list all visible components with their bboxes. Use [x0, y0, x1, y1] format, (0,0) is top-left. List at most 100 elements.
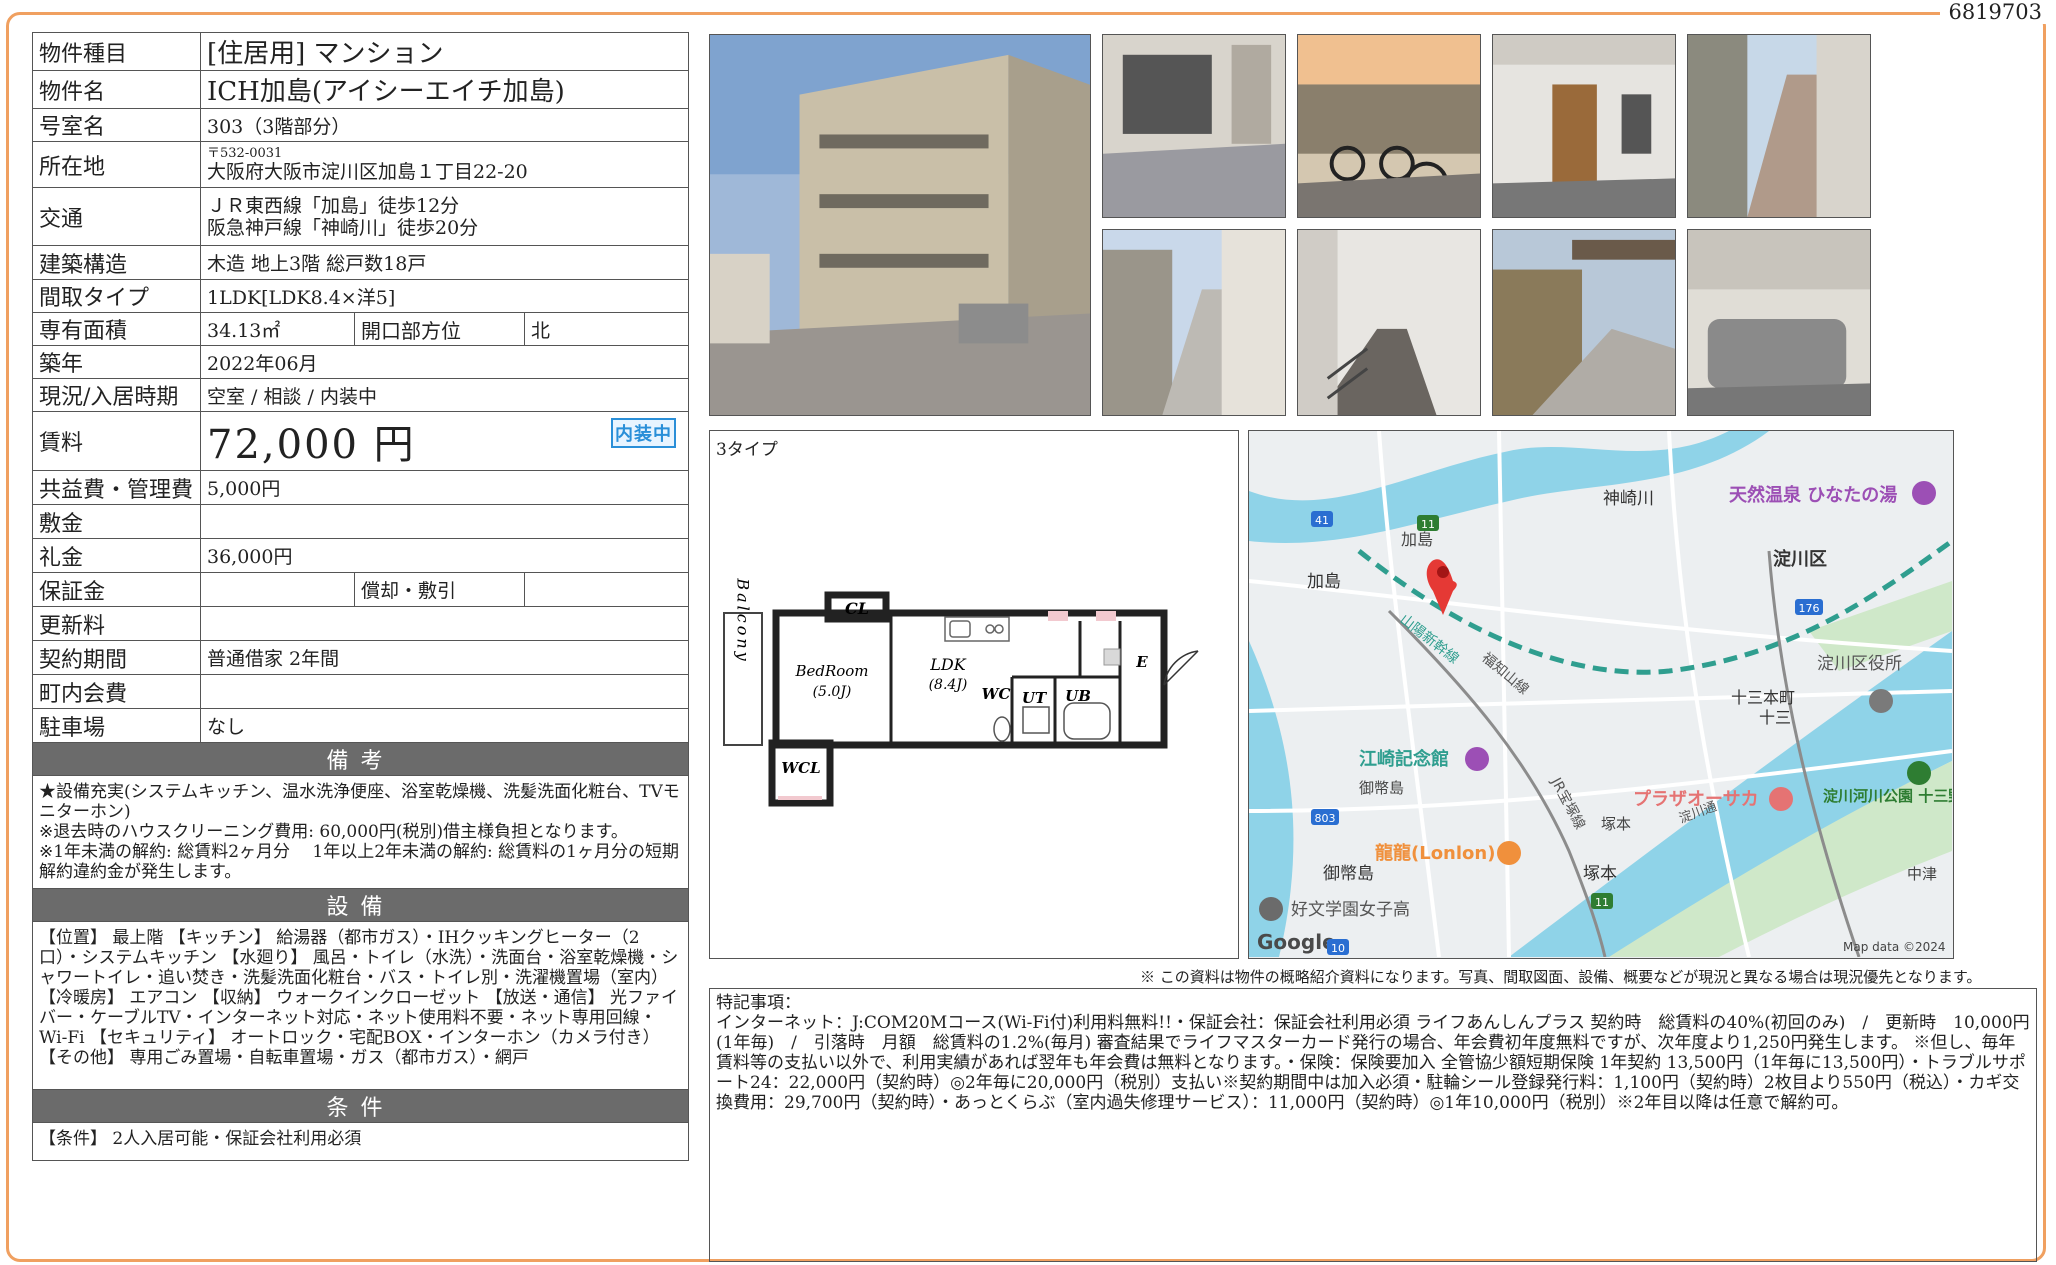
row-area: 専有面積 34.13㎡ 開口部方位 北: [32, 312, 689, 346]
rent-value: 72,000 円: [207, 422, 416, 468]
svg-text:803: 803: [1315, 812, 1336, 825]
map-label-edosaki: 江崎記念館: [1359, 748, 1449, 770]
reference-number: 6819703: [1940, 0, 2050, 24]
map-label-ward-office: 淀川区役所: [1817, 654, 1902, 674]
renewal-value: [200, 606, 689, 641]
row-contract: 契約期間 普通借家 2年間: [32, 640, 689, 675]
entrance-mailbox-photo[interactable]: [1102, 34, 1286, 218]
structure-label: 建築構造: [32, 245, 201, 280]
postal-code: 〒532-0031: [207, 145, 283, 161]
entrance-label: E: [1135, 653, 1148, 671]
row-built: 築年 2022年06月: [32, 345, 689, 379]
ldk-label: LDK: [929, 655, 966, 674]
rent-cell: 72,000 円 内装中: [200, 411, 689, 471]
access-cell: ＪＲ東西線「加島」徒歩12分 阪急神戸線「神崎川」徒歩20分: [200, 187, 689, 246]
row-access: 交通 ＪＲ東西線「加島」徒歩12分 阪急神戸線「神崎川」徒歩20分: [32, 187, 689, 246]
building-exterior-photo[interactable]: [709, 34, 1091, 416]
map-label-kanzakigawa: 神崎川: [1603, 489, 1654, 509]
remarks-row: ★設備充実(システムキッチン、温水洗浄便座、浴室乾燥機、洗髪洗面化粧台、TVモニ…: [32, 775, 689, 889]
key-money-label: 礼金: [32, 538, 201, 573]
wcl-label: WCL: [781, 759, 820, 777]
map-label-mitejima-area: 御幣島: [1359, 779, 1404, 797]
map-label-mitejima-station: 御幣島: [1323, 864, 1374, 884]
amortization-label: 償却・敷引: [354, 572, 525, 607]
name-label: 物件名: [32, 70, 201, 109]
map-label-tsukamoto: 塚本: [1601, 815, 1631, 833]
row-guarantee: 保証金 償却・敷引: [32, 572, 689, 607]
key-money-value: 36,000円: [200, 538, 689, 573]
layout-value: 1LDK[LDK8.4×洋5]: [200, 279, 689, 313]
address-value: 大阪府大阪市淀川区加島１丁目22-20: [207, 160, 528, 183]
built-value: 2022年06月: [200, 345, 689, 379]
address-cell: 〒532-0031 大阪府大阪市淀川区加島１丁目22-20: [200, 141, 689, 188]
guarantee-label: 保証金: [32, 572, 201, 607]
svg-text:10: 10: [1331, 942, 1345, 955]
renewal-label: 更新料: [32, 606, 201, 641]
route-shield-176: 176: [1795, 599, 1823, 615]
side-walkway-photo[interactable]: [1687, 34, 1871, 218]
location-map[interactable]: 神崎川 天然温泉 ひなたの湯 加島 加島 淀川区 山陽新幹線 福知山線 淀川区役…: [1248, 430, 1954, 959]
community-value: [200, 674, 689, 709]
special-notes: 特記事項： インターネット：J:COM20Mコース(Wi-Fi付)利用料無料!!…: [709, 988, 2037, 1262]
map-label-yodogawa-ku: 淀川区: [1773, 548, 1827, 570]
ldk-size: (8.4J): [929, 677, 968, 693]
deposit-label: 敷金: [32, 504, 201, 539]
map-data-attribution: Map data ©2024: [1843, 940, 1946, 954]
map-label-park-1: 淀川河川公園 十三野草地区: [1823, 787, 1952, 805]
conditions-heading-row: 条件: [32, 1089, 689, 1123]
row-community: 町内会費: [32, 674, 689, 709]
status-value: 空室 / 相談 / 内装中: [200, 378, 689, 412]
direction-label: 開口部方位: [354, 312, 525, 346]
closet-label: CL: [845, 599, 869, 618]
row-structure: 建築構造 木造 地上3階 総戸数18戸: [32, 245, 689, 280]
parking-label: 駐車場: [32, 708, 201, 743]
svg-text:11: 11: [1421, 518, 1435, 531]
type-value: [住居用] マンション: [200, 32, 689, 71]
hallway-stairs-photo[interactable]: [1297, 229, 1481, 416]
route-shield-11a: 11: [1417, 515, 1439, 531]
equipment-text: 【位置】 最上階 【キッチン】 給湯器（都市ガス）・IHクッキングヒーター（2口…: [32, 921, 689, 1090]
deposit-value: [200, 504, 689, 539]
map-label-kashima-area: 加島: [1401, 530, 1433, 549]
route-shield-41: 41: [1311, 511, 1333, 527]
row-rent: 賃料 72,000 円 内装中: [32, 411, 689, 471]
map-label-juso: 十三: [1759, 708, 1791, 727]
structure-value: 木造 地上3階 総戸数18戸: [200, 245, 689, 280]
layout-label: 間取タイプ: [32, 279, 201, 313]
access-line-1: ＪＲ東西線「加島」徒歩12分: [207, 194, 460, 217]
route-shield-803: 803: [1311, 809, 1339, 825]
status-label: 現況/入居時期: [32, 378, 201, 412]
route-shield-10: 10: [1327, 939, 1349, 955]
ub-label: UB: [1065, 687, 1091, 705]
equipment-heading-row: 設備: [32, 888, 689, 922]
garbage-area-photo[interactable]: [1687, 229, 1871, 416]
contract-value: 普通借家 2年間: [200, 640, 689, 675]
conditions-text: 【条件】 2人入居可能・保証会社利用必須: [32, 1122, 689, 1161]
row-room: 号室名 303（3階部分）: [32, 108, 689, 142]
name-value: ICH加島(アイシーエイチ加島): [200, 70, 689, 109]
svg-text:11: 11: [1595, 896, 1609, 909]
built-label: 築年: [32, 345, 201, 379]
amortization-value: [524, 572, 689, 607]
walkway-photo[interactable]: [1102, 229, 1286, 416]
row-name: 物件名 ICH加島(アイシーエイチ加島): [32, 70, 689, 109]
row-key-money: 礼金 36,000円: [32, 538, 689, 573]
room-label: 号室名: [32, 108, 201, 142]
rent-label: 賃料: [32, 411, 201, 471]
area-value: 34.13㎡: [200, 312, 355, 346]
bicycle-parking-photo[interactable]: [1297, 34, 1481, 218]
conditions-heading: 条件: [32, 1089, 689, 1123]
bike-shelter-photo[interactable]: [1492, 229, 1676, 416]
remarks-heading-row: 備考: [32, 742, 689, 776]
remarks-heading: 備考: [32, 742, 689, 776]
building-entrance-photo[interactable]: [1492, 34, 1676, 218]
svg-text:41: 41: [1315, 514, 1329, 527]
access-line-2: 阪急神戸線「神崎川」徒歩20分: [207, 216, 479, 239]
guarantee-value: [200, 572, 355, 607]
fee-label: 共益費・管理費: [32, 470, 201, 505]
room-value: 303（3階部分）: [200, 108, 689, 142]
direction-value: 北: [524, 312, 689, 346]
row-deposit: 敷金: [32, 504, 689, 539]
map-label-juso-honmachi: 十三本町: [1731, 688, 1795, 707]
row-type: 物件種目 [住居用] マンション: [32, 32, 689, 71]
